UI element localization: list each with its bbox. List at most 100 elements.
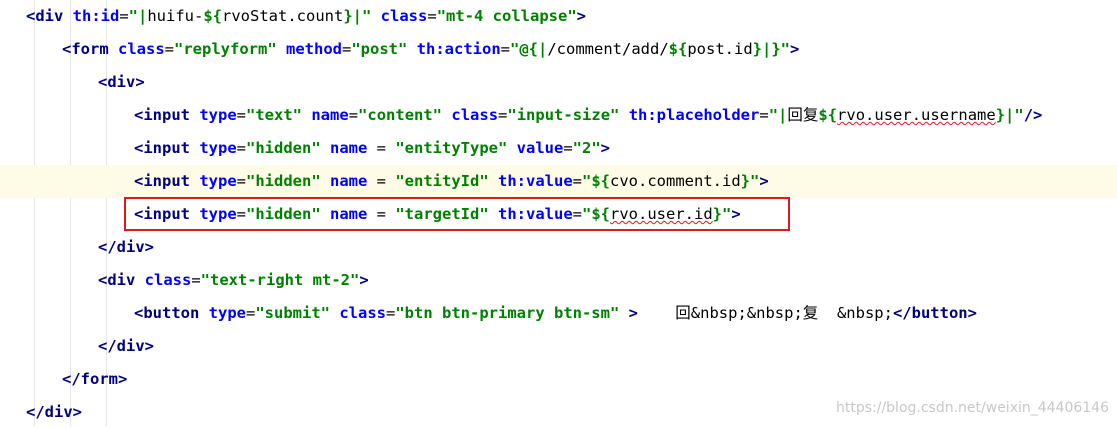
code-token: = — [500, 40, 511, 58]
code-token: "replyform" — [174, 40, 277, 58]
watermark: https://blog.csdn.net/weixin_44406146 — [835, 400, 1109, 416]
code-token: > — [576, 7, 587, 25]
code-token: = — [367, 139, 396, 157]
code-token: "submit" — [255, 304, 330, 322]
code-editor[interactable]: <div th:id="|huifu-${rvoStat.count}|" cl… — [0, 0, 1117, 426]
code-token: = — [164, 40, 175, 58]
code-token: = — [342, 40, 352, 58]
code-token: }|}" — [752, 40, 790, 58]
code-token: "hidden" — [246, 139, 321, 157]
code-line[interactable]: </div> — [0, 231, 1117, 264]
code-token: th:placeholder — [619, 106, 760, 124]
code-line-content: <input type="hidden" name = "entityId" t… — [134, 165, 769, 198]
code-token: /comment/add/ — [547, 40, 669, 58]
code-line-content: <form class="replyform" method="post" th… — [62, 33, 799, 66]
code-token: method — [276, 40, 342, 58]
code-token: = — [191, 271, 201, 289]
code-line-content: </div> — [26, 396, 82, 429]
code-line[interactable]: </div> — [0, 330, 1117, 363]
code-line-content: <input type="hidden" name = "entityType"… — [134, 132, 610, 165]
code-token: ${ — [818, 106, 838, 124]
code-token: class — [135, 271, 192, 289]
code-token: type — [190, 172, 237, 190]
code-token: > — [619, 304, 638, 322]
code-token: "mt-4 collapse" — [436, 7, 577, 25]
code-token: value — [507, 139, 564, 157]
code-token: = — [563, 139, 573, 157]
code-token: = — [236, 172, 247, 190]
code-token: = — [572, 172, 583, 190]
code-token: <div — [98, 271, 136, 289]
code-line[interactable]: <button type="submit" class="btn btn-pri… — [0, 297, 1117, 330]
code-token: th:action — [407, 40, 501, 58]
code-token: "@{| — [510, 40, 548, 58]
code-token: <input — [134, 139, 190, 157]
code-line-content: <div> — [98, 66, 145, 99]
code-token: name — [302, 106, 349, 124]
code-line[interactable]: <div th:id="|huifu-${rvoStat.count}|" cl… — [0, 0, 1117, 33]
code-token: > — [759, 172, 769, 190]
code-token: <input — [134, 106, 190, 124]
code-token: rvo.user.username — [837, 106, 996, 124]
code-line[interactable]: <input type="hidden" name = "entityType"… — [0, 132, 1117, 165]
code-line[interactable]: <div class="text-right mt-2"> — [0, 264, 1117, 297]
code-token: name — [320, 172, 368, 190]
code-token: huifu- — [147, 7, 204, 25]
code-token: = — [246, 304, 256, 322]
code-line-content: <div th:id="|huifu-${rvoStat.count}|" cl… — [26, 0, 586, 33]
code-token: = — [759, 106, 769, 124]
code-token: 回复 — [787, 106, 819, 124]
code-token: post.id — [687, 40, 753, 58]
code-line[interactable]: <div> — [0, 66, 1117, 99]
code-line[interactable]: <input type="hidden" name = "entityId" t… — [0, 165, 1117, 198]
code-token: th:id — [63, 7, 120, 25]
code-token: > — [790, 40, 800, 58]
code-line-content: <button type="submit" class="btn btn-pri… — [134, 297, 977, 330]
code-token: <form — [62, 40, 109, 58]
code-token: = — [498, 106, 508, 124]
code-token: type — [190, 106, 237, 124]
code-token: = — [367, 172, 396, 190]
code-token: ${ — [203, 7, 223, 25]
code-token: <input — [134, 172, 190, 190]
code-line-content: </div> — [98, 231, 154, 264]
code-token: "| — [768, 106, 788, 124]
code-token: </div> — [98, 337, 154, 355]
code-token: "2" — [572, 139, 601, 157]
code-line[interactable]: </form> — [0, 363, 1117, 396]
code-token: </button> — [892, 304, 977, 322]
code-token: class — [330, 304, 386, 322]
code-token: rvoStat.count — [222, 7, 344, 25]
code-token: "hidden" — [246, 172, 321, 190]
code-line-content: <div class="text-right mt-2"> — [98, 264, 369, 297]
code-token: }|" — [343, 7, 372, 25]
code-token: <button — [134, 304, 200, 322]
code-token: "${ — [582, 172, 611, 190]
code-token: "| — [128, 7, 148, 25]
code-token: cvo.comment.id — [610, 172, 741, 190]
code-token: th:value — [488, 172, 573, 190]
code-line[interactable]: <form class="replyform" method="post" th… — [0, 33, 1117, 66]
code-token: "input-size" — [507, 106, 620, 124]
code-token: = — [236, 139, 247, 157]
code-token: "text" — [246, 106, 303, 124]
code-token: <div — [26, 7, 64, 25]
code-token: > — [359, 271, 369, 289]
code-token: type — [190, 139, 237, 157]
code-token: type — [199, 304, 246, 322]
code-token: name — [320, 139, 368, 157]
code-line[interactable]: <input type="text" name="content" class=… — [0, 99, 1117, 132]
code-line-content: </div> — [98, 330, 154, 363]
code-token: "text-right mt-2" — [200, 271, 360, 289]
code-token: </div> — [26, 403, 82, 421]
code-token: "btn btn-primary btn-sm" — [395, 304, 620, 322]
code-token: = — [348, 106, 359, 124]
code-token: 回&nbsp;&nbsp;复 &nbsp; — [637, 304, 893, 322]
code-token: </form> — [62, 370, 128, 388]
code-token: = — [236, 106, 247, 124]
code-token: "entityId" — [395, 172, 489, 190]
code-token: = — [119, 7, 129, 25]
code-token: ${ — [668, 40, 688, 58]
code-token: class — [442, 106, 499, 124]
code-token: class — [371, 7, 428, 25]
